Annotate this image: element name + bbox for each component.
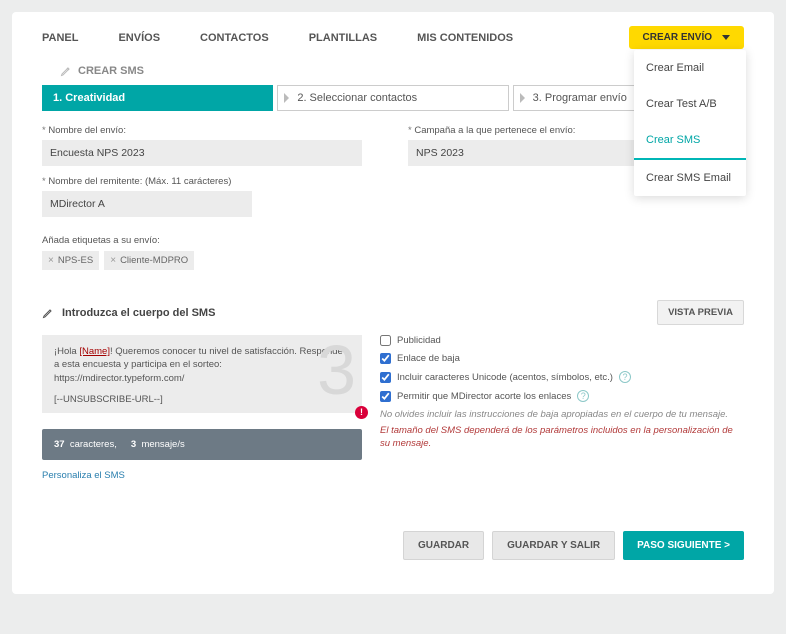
tag-item[interactable]: × Cliente-MDPRO (104, 251, 194, 270)
enlace-baja-label: Enlace de baja (397, 353, 460, 364)
save-button[interactable]: GUARDAR (403, 531, 484, 560)
dropdown-test-ab[interactable]: Crear Test A/B (634, 86, 746, 122)
shorten-links-checkbox[interactable] (380, 391, 391, 402)
sms-body-textarea[interactable]: 3 ¡Hola [Name]! Queremos conocer tu nive… (42, 335, 362, 413)
page-title: CREAR SMS (78, 65, 144, 77)
tags-label: Añada etiquetas a su envío: (42, 235, 744, 246)
sms-body-title: Introduzca el cuerpo del SMS (62, 307, 215, 319)
dropdown-email[interactable]: Crear Email (634, 50, 746, 86)
tag-item[interactable]: × NPS-ES (42, 251, 99, 270)
create-send-label: CREAR ENVÍO (643, 32, 712, 43)
chevron-right-icon (520, 93, 525, 103)
chevron-right-icon (284, 93, 289, 103)
dropdown-sms[interactable]: Crear SMS (634, 122, 746, 160)
next-step-button[interactable]: PASO SIGUIENTE > (623, 531, 744, 560)
nav-panel[interactable]: PANEL (42, 32, 78, 44)
enlace-baja-checkbox[interactable] (380, 353, 391, 364)
nav-plantillas[interactable]: PLANTILLAS (309, 32, 377, 44)
create-dropdown: Crear Email Crear Test A/B Crear SMS Cre… (634, 50, 746, 196)
sender-input[interactable] (42, 191, 252, 217)
unsubscribe-note: No olvides incluir las instrucciones de … (380, 409, 744, 420)
character-counter: 37 caracteres, 3 mensaje/s (42, 429, 362, 460)
warning-badge-icon[interactable]: ! (355, 406, 368, 419)
name-input[interactable] (42, 140, 362, 166)
sms-count-big: 3 (317, 335, 356, 405)
shorten-links-label: Permitir que MDirector acorte los enlace… (397, 391, 571, 402)
create-send-button[interactable]: CREAR ENVÍO (629, 26, 744, 49)
publicidad-label: Publicidad (397, 335, 441, 346)
close-icon[interactable]: × (110, 255, 116, 266)
nav-contactos[interactable]: CONTACTOS (200, 32, 269, 44)
close-icon[interactable]: × (48, 255, 54, 266)
pencil-icon (60, 65, 72, 77)
unicode-label: Incluir caracteres Unicode (acentos, sím… (397, 372, 613, 383)
nav-envios[interactable]: ENVÍOS (118, 32, 160, 44)
save-exit-button[interactable]: GUARDAR Y SALIR (492, 531, 615, 560)
nav-contenidos[interactable]: MIS CONTENIDOS (417, 32, 513, 44)
help-icon[interactable]: ? (619, 371, 631, 383)
publicidad-checkbox[interactable] (380, 335, 391, 346)
chevron-down-icon (722, 35, 730, 40)
preview-button[interactable]: VISTA PREVIA (657, 300, 744, 325)
help-icon[interactable]: ? (577, 390, 589, 402)
unicode-checkbox[interactable] (380, 372, 391, 383)
step-2-contacts[interactable]: 2. Seleccionar contactos (277, 85, 508, 111)
step-1-creatividad[interactable]: 1. Creatividad (42, 85, 273, 111)
dropdown-sms-email[interactable]: Crear SMS Email (634, 160, 746, 196)
unsubscribe-placeholder: [--UNSUBSCRIBE-URL--] (54, 394, 163, 405)
edit-icon (42, 307, 54, 319)
personalization-token[interactable]: [Name] (79, 346, 110, 357)
tags-container: × NPS-ES × Cliente-MDPRO (42, 251, 744, 270)
personalize-link[interactable]: Personaliza el SMS (42, 470, 362, 481)
name-label: Nombre del envío: (42, 125, 378, 136)
size-warning-note: El tamaño del SMS dependerá de los parám… (380, 424, 744, 451)
